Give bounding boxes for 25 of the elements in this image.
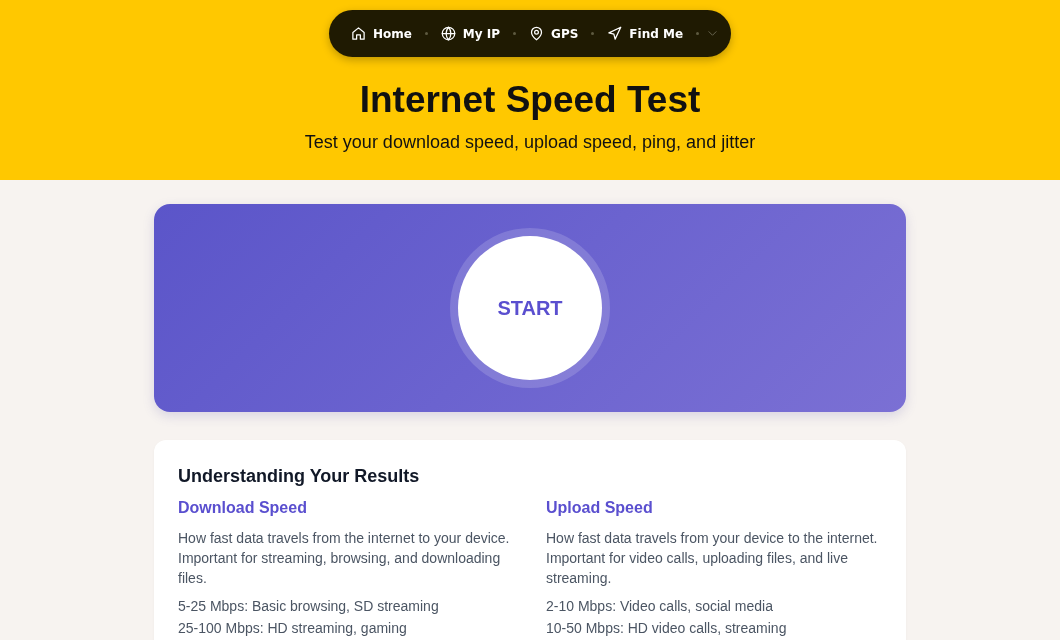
map-pin-icon <box>529 26 545 41</box>
speed-tier-text: 5-25 Mbps: Basic browsing, SD streaming <box>178 597 440 616</box>
nav-link[interactable]: Find Me <box>607 26 684 41</box>
navigation-arrow-icon <box>607 26 623 41</box>
nav-link[interactable]: Home <box>350 26 412 41</box>
separator-dot-icon <box>696 32 700 35</box>
home-icon <box>350 26 366 41</box>
nav-link[interactable]: My IP <box>440 26 501 41</box>
start-button[interactable]: START <box>458 236 602 380</box>
page-title: Internet Speed Test <box>359 78 701 122</box>
separator-dot-icon <box>513 32 517 35</box>
globe-icon <box>440 26 456 41</box>
section-heading: Understanding Your Results <box>178 465 421 488</box>
separator-dot-icon <box>424 32 428 35</box>
caret-icon[interactable] <box>708 31 718 36</box>
column-heading: Upload Speed <box>546 498 654 518</box>
separator-dot-icon <box>591 32 595 35</box>
nav-link[interactable]: GPS <box>529 26 579 41</box>
speed-tier-text: 10-50 Mbps: HD video calls, streaming <box>546 619 788 638</box>
page-subtitle: Test your download speed, upload speed, ping, and jitter <box>304 131 756 153</box>
description-text: How fast data travels from your device to the internet. Important for video calls, uploading files, and live streaming. <box>546 529 879 588</box>
column-heading: Download Speed <box>178 498 308 518</box>
speed-tier-text: 25-100 Mbps: HD streaming, gaming <box>178 619 408 638</box>
description-text: How fast data travels from the internet to your device. Important for streaming, browsing, and downloading files. <box>178 529 511 588</box>
speed-tier-text: 2-10 Mbps: Video calls, social media <box>546 597 774 616</box>
